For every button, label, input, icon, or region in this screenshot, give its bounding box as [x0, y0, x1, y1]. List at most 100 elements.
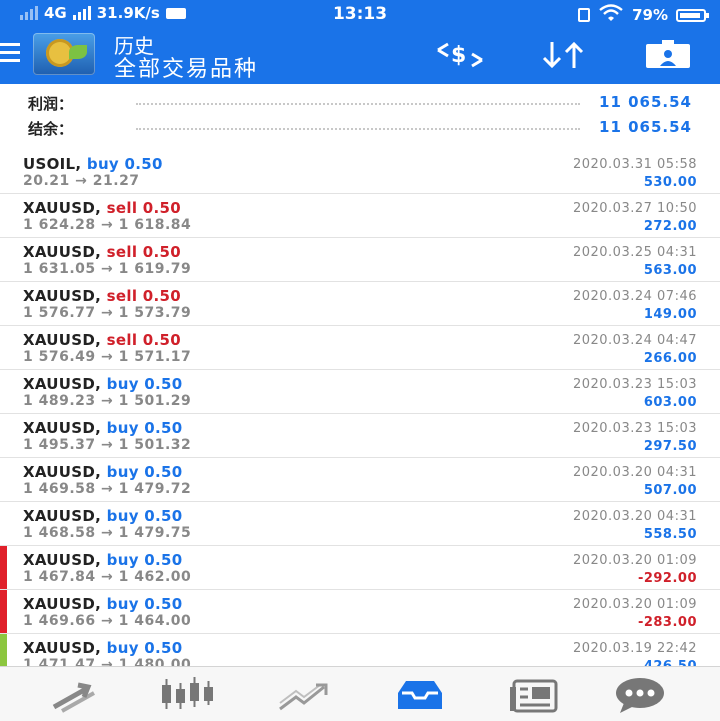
- trade-marker: [0, 634, 7, 666]
- trade-title: XAUUSD, buy 0.50: [23, 639, 183, 657]
- trade-side: buy 0.50: [106, 419, 183, 437]
- vibrate-icon: [578, 8, 591, 22]
- nav-chart[interactable]: [158, 675, 218, 715]
- balance-value: 11 065.54: [599, 118, 692, 136]
- trade-prices: 1 469.58 → 1 479.72: [23, 481, 192, 497]
- trade-side: sell 0.50: [106, 331, 181, 349]
- trade-prices: 1 467.84 → 1 462.00: [23, 569, 192, 585]
- trade-symbol: XAUUSD,: [23, 639, 102, 657]
- nav-chat[interactable]: [610, 675, 670, 715]
- trade-prices: 1 495.37 → 1 501.32: [23, 437, 192, 453]
- trade-row[interactable]: XAUUSD, sell 0.50 1 576.49 → 1 571.17 2020…: [0, 326, 720, 370]
- nav-quotes[interactable]: [44, 675, 104, 715]
- profit-value: 11 065.54: [599, 93, 692, 111]
- arrows-icon: [52, 682, 95, 713]
- trade-profit: 507.00: [643, 483, 697, 498]
- leader-dots: [136, 103, 580, 105]
- summary-panel: 利润： 11 065.54 结余： 11 065.54: [0, 84, 720, 151]
- trade-prices: 20.21 → 21.27: [23, 173, 140, 189]
- trade-symbol: XAUUSD,: [23, 595, 102, 613]
- trade-symbol: XAUUSD,: [23, 243, 102, 261]
- balance-label: 结余：: [28, 120, 74, 138]
- trade-profit: 426.50: [644, 659, 697, 666]
- nav-history[interactable]: [390, 675, 450, 715]
- trade-title: XAUUSD, buy 0.50: [23, 375, 183, 393]
- currency-sort-icon[interactable]: $: [434, 40, 486, 70]
- candlestick-icon: [162, 677, 213, 709]
- trade-side: sell 0.50: [106, 199, 181, 217]
- trade-side: buy 0.50: [106, 595, 183, 613]
- trade-list[interactable]: USOIL, buy 0.50 20.21 → 21.27 2020.03.31 0…: [0, 150, 720, 666]
- trade-row[interactable]: XAUUSD, buy 0.50 1 469.66 → 1 464.00 2020.…: [0, 590, 720, 634]
- app-logo: [33, 33, 95, 75]
- trade-prices: 1 624.28 → 1 618.84: [23, 217, 192, 233]
- trade-symbol: XAUUSD,: [23, 507, 102, 525]
- trend-icon: [279, 683, 328, 711]
- chat-bubble-icon: [616, 678, 664, 713]
- trade-symbol: XAUUSD,: [23, 199, 102, 217]
- trade-row[interactable]: XAUUSD, sell 0.50 1 624.28 → 1 618.84 2020…: [0, 194, 720, 238]
- trade-time: 2020.03.27 10:50: [572, 201, 697, 216]
- trade-symbol: XAUUSD,: [23, 287, 102, 305]
- trade-profit: 266.00: [643, 351, 697, 366]
- trade-side: sell 0.50: [106, 243, 181, 261]
- trade-time: 2020.03.20 01:09: [572, 597, 697, 612]
- trade-symbol: XAUUSD,: [23, 419, 102, 437]
- menu-icon[interactable]: [0, 43, 20, 63]
- trade-row[interactable]: XAUUSD, sell 0.50 1 576.77 → 1 573.79 2020…: [0, 282, 720, 326]
- trade-title: USOIL, buy 0.50: [23, 155, 163, 173]
- trade-title: XAUUSD, sell 0.50: [23, 331, 181, 349]
- trade-profit: 272.00: [643, 219, 697, 234]
- leader-dots: [136, 128, 580, 130]
- bottom-nav: [0, 666, 720, 721]
- trade-profit: 558.50: [643, 527, 697, 542]
- trade-row[interactable]: USOIL, buy 0.50 20.21 → 21.27 2020.03.31 0…: [0, 150, 720, 194]
- trade-time: 2020.03.31 05:58: [572, 157, 697, 172]
- trade-title: XAUUSD, sell 0.50: [23, 243, 181, 261]
- trade-prices: 1 489.23 → 1 501.29: [23, 393, 192, 409]
- wifi-icon: [598, 4, 624, 26]
- trade-time: 2020.03.20 01:09: [572, 553, 697, 568]
- trade-time: 2020.03.20 04:31: [572, 465, 697, 480]
- trade-row[interactable]: XAUUSD, buy 0.50 1 467.84 → 1 462.00 2020.…: [0, 546, 720, 590]
- trade-row[interactable]: XAUUSD, sell 0.50 1 631.05 → 1 619.79 2020…: [0, 238, 720, 282]
- trade-prices: 1 468.58 → 1 479.75: [23, 525, 192, 541]
- trade-title: XAUUSD, buy 0.50: [23, 551, 183, 569]
- trade-title: XAUUSD, sell 0.50: [23, 199, 181, 217]
- trade-side: buy 0.50: [106, 507, 183, 525]
- profit-row: 利润： 11 065.54: [0, 93, 720, 119]
- trade-symbol: USOIL,: [23, 155, 82, 173]
- trade-row[interactable]: XAUUSD, buy 0.50 1 468.58 → 1 479.75 2020.…: [0, 502, 720, 546]
- balance-row: 结余： 11 065.54: [0, 118, 720, 144]
- trade-symbol: XAUUSD,: [23, 463, 102, 481]
- profit-label: 利润：: [28, 95, 74, 113]
- trade-profit: 297.50: [643, 439, 697, 454]
- report-icon[interactable]: [644, 40, 692, 70]
- trade-prices: 1 631.05 → 1 619.79: [23, 261, 192, 277]
- nav-trade[interactable]: [274, 675, 334, 715]
- trade-row[interactable]: XAUUSD, buy 0.50 1 495.37 → 1 501.32 2020.…: [0, 414, 720, 458]
- trade-row[interactable]: XAUUSD, buy 0.50 1 489.23 → 1 501.29 2020.…: [0, 370, 720, 414]
- trade-prices: 1 576.77 → 1 573.79: [23, 305, 192, 321]
- sort-icon[interactable]: [538, 40, 590, 70]
- status-bar: 4G 31.9K/s 13:13 79%: [0, 0, 720, 28]
- symbol-filter[interactable]: 全部交易品种: [114, 51, 258, 83]
- inbox-icon: [398, 681, 442, 709]
- trade-side: buy 0.50: [106, 551, 183, 569]
- trade-side: buy 0.50: [106, 463, 183, 481]
- trade-row[interactable]: XAUUSD, buy 0.50 1 471.47 → 1 480.00 2020.…: [0, 634, 720, 666]
- trade-title: XAUUSD, buy 0.50: [23, 595, 183, 613]
- trade-symbol: XAUUSD,: [23, 331, 102, 349]
- nav-news[interactable]: [504, 675, 564, 715]
- newspaper-icon: [510, 679, 558, 713]
- trade-time: 2020.03.24 07:46: [572, 289, 697, 304]
- trade-time: 2020.03.23 15:03: [572, 377, 697, 392]
- trade-side: sell 0.50: [106, 287, 181, 305]
- trade-profit: -292.00: [637, 571, 697, 586]
- trade-marker: [0, 546, 7, 589]
- trade-row[interactable]: XAUUSD, buy 0.50 1 469.58 → 1 479.72 2020.…: [0, 458, 720, 502]
- trade-profit: 149.00: [643, 307, 697, 322]
- trade-time: 2020.03.23 15:03: [572, 421, 697, 436]
- trade-profit: 530.00: [643, 175, 697, 190]
- trade-prices: 1 471.47 → 1 480.00: [23, 657, 192, 666]
